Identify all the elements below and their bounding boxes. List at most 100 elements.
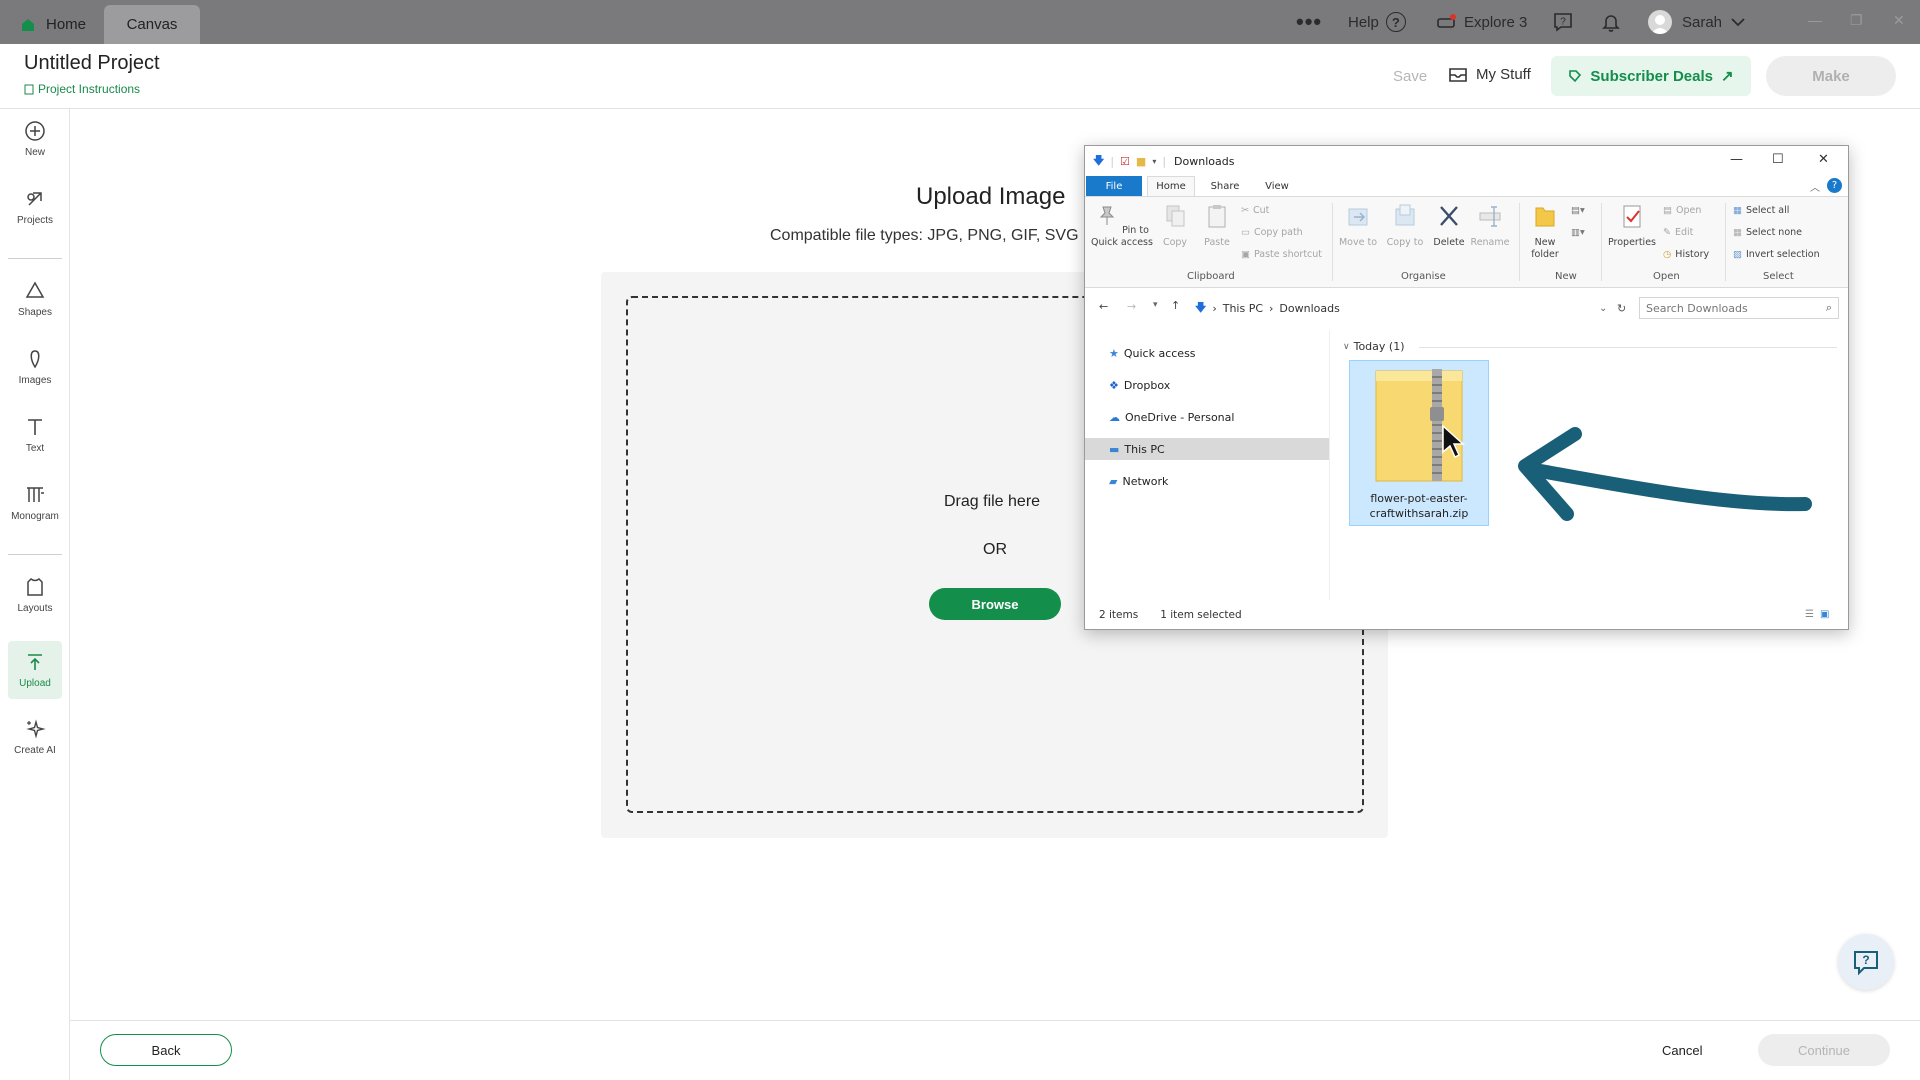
group-today-label: Today (1) bbox=[1353, 340, 1405, 353]
sidebar-item-images[interactable]: Images bbox=[0, 337, 70, 397]
refresh-icon[interactable]: ↻ bbox=[1617, 302, 1626, 315]
dropbox-icon: ❖ bbox=[1109, 378, 1119, 392]
paste-button[interactable]: Paste bbox=[1197, 203, 1237, 249]
chevron-down-icon bbox=[1731, 18, 1745, 27]
my-stuff-button[interactable]: My Stuff bbox=[1448, 66, 1531, 83]
rename-button[interactable]: Rename bbox=[1469, 203, 1511, 249]
chevron-down-icon[interactable]: ▾ bbox=[1152, 157, 1156, 166]
sidebar-item-monogram[interactable]: Monogram bbox=[0, 473, 70, 533]
back-button[interactable]: Back bbox=[100, 1034, 232, 1066]
ribbon-tabs: File Home Share View ︿ ? bbox=[1085, 176, 1848, 196]
search-downloads-input[interactable]: Search Downloads ⌕ bbox=[1639, 297, 1839, 319]
breadcrumb-downloads[interactable]: Downloads bbox=[1279, 302, 1339, 315]
copy-path-button[interactable]: ▭ Copy path bbox=[1241, 227, 1303, 238]
properties-button[interactable]: Properties bbox=[1607, 203, 1657, 249]
sidebar-item-upload[interactable]: Upload bbox=[8, 641, 62, 699]
history-button[interactable]: ◷ History bbox=[1663, 249, 1709, 260]
user-menu[interactable]: Sarah bbox=[1648, 0, 1746, 44]
tab-canvas[interactable]: Canvas bbox=[104, 5, 200, 44]
sidebar-item-projects[interactable]: Projects bbox=[0, 177, 70, 237]
open-icon: ▤ bbox=[1663, 205, 1672, 216]
help-menu[interactable]: Help ? bbox=[1348, 0, 1406, 44]
sidebar-item-text[interactable]: Text bbox=[0, 405, 70, 465]
invert-selection-button[interactable]: ▧ Invert selection bbox=[1733, 249, 1820, 260]
nav-this-pc[interactable]: ▬ This PC bbox=[1085, 438, 1329, 460]
sidebar-divider bbox=[8, 554, 62, 555]
my-stuff-label: My Stuff bbox=[1476, 66, 1531, 83]
tab-home[interactable]: Home bbox=[14, 5, 102, 44]
minimize-icon[interactable]: — bbox=[1730, 152, 1743, 167]
maximize-icon[interactable]: ☐ bbox=[1772, 152, 1784, 167]
support-chat-icon[interactable]: ? bbox=[1552, 0, 1574, 44]
sidebar-item-create-ai[interactable]: Create AI bbox=[0, 707, 70, 767]
more-menu-button[interactable]: ••• bbox=[1296, 0, 1322, 44]
select-none-label: Select none bbox=[1745, 227, 1803, 238]
easy-access-button[interactable]: ▥▾ bbox=[1571, 227, 1585, 238]
ribbon-divider bbox=[1332, 203, 1333, 281]
file-explorer-window: 🡇 | ☑ ■ ▾ | Downloads — ☐ ✕ File Home Sh… bbox=[1084, 145, 1849, 630]
nav-dropbox[interactable]: ❖ Dropbox bbox=[1085, 374, 1329, 396]
minimize-icon[interactable]: — bbox=[1808, 12, 1822, 28]
sidebar-item-layouts[interactable]: Layouts bbox=[0, 565, 70, 625]
delete-button[interactable]: Delete bbox=[1429, 203, 1469, 249]
nav-network[interactable]: ▰ Network bbox=[1085, 470, 1329, 492]
recent-chevron-icon[interactable]: ▾ bbox=[1153, 300, 1158, 310]
move-to-button[interactable]: Move to bbox=[1336, 203, 1380, 249]
close-icon[interactable]: ✕ bbox=[1893, 12, 1905, 29]
explorer-titlebar: 🡇 | ☑ ■ ▾ | Downloads — ☐ ✕ bbox=[1085, 146, 1848, 176]
copy-to-button[interactable]: Copy to bbox=[1383, 203, 1427, 249]
address-bar[interactable]: 🡇 › This PC › Downloads ⌄ ↻ bbox=[1195, 297, 1635, 319]
nav-quick-access[interactable]: ★ Quick access bbox=[1085, 342, 1329, 364]
cancel-button[interactable]: Cancel bbox=[1662, 1043, 1702, 1058]
large-icons-view-icon[interactable]: ▣ bbox=[1820, 609, 1829, 620]
close-icon[interactable]: ✕ bbox=[1818, 152, 1829, 167]
continue-button[interactable]: Continue bbox=[1758, 1034, 1890, 1066]
copy-icon bbox=[1166, 205, 1185, 227]
help-icon[interactable]: ? bbox=[1827, 178, 1842, 193]
up-arrow-icon[interactable]: ↑ bbox=[1171, 299, 1180, 312]
nav-onedrive[interactable]: ☁ OneDrive - Personal bbox=[1085, 406, 1329, 428]
group-header-today[interactable]: ∨ Today (1) bbox=[1343, 340, 1405, 353]
zip-file-item[interactable]: flower-pot-easter-craftwithsarah.zip bbox=[1349, 360, 1489, 526]
properties-check-icon[interactable]: ☑ bbox=[1120, 155, 1130, 168]
collapse-ribbon-icon[interactable]: ︿ bbox=[1810, 179, 1820, 194]
select-all-button[interactable]: ▦ Select all bbox=[1733, 205, 1789, 216]
make-button[interactable]: Make bbox=[1766, 56, 1896, 96]
sidebar-item-label: Upload bbox=[19, 678, 51, 689]
project-title: Untitled Project bbox=[24, 52, 160, 74]
paste-shortcut-button[interactable]: ▣ Paste shortcut bbox=[1241, 249, 1322, 260]
scissors-icon: ✂ bbox=[1241, 205, 1249, 216]
pin-quick-access-button[interactable]: Pin to Quick access bbox=[1091, 203, 1153, 249]
forward-arrow-icon[interactable]: → bbox=[1127, 300, 1136, 313]
tab-file[interactable]: File bbox=[1086, 176, 1142, 196]
status-item-count: 2 items bbox=[1099, 609, 1139, 621]
help-chat-button[interactable]: ? bbox=[1838, 934, 1894, 990]
sidebar-item-shapes[interactable]: Shapes bbox=[0, 269, 70, 329]
project-instructions-link[interactable]: Project Instructions bbox=[24, 82, 140, 96]
folder-icon[interactable]: ■ bbox=[1136, 155, 1146, 168]
address-dropdown-icon[interactable]: ⌄ bbox=[1599, 303, 1607, 314]
edit-button[interactable]: ✎ Edit bbox=[1663, 227, 1693, 238]
sidebar-item-new[interactable]: New bbox=[0, 109, 70, 169]
breadcrumb-this-pc[interactable]: This PC bbox=[1223, 302, 1263, 315]
invert-selection-label: Invert selection bbox=[1745, 249, 1820, 260]
select-none-button[interactable]: ▦ Select none bbox=[1733, 227, 1802, 238]
new-item-button[interactable]: ▤▾ bbox=[1571, 205, 1585, 216]
tab-home[interactable]: Home bbox=[1147, 176, 1195, 196]
explore-menu[interactable]: Explore 3 bbox=[1436, 0, 1527, 44]
save-button[interactable]: Save bbox=[1393, 68, 1427, 85]
drag-file-text: Drag file here bbox=[944, 493, 1041, 510]
breadcrumb-separator: › bbox=[1269, 301, 1274, 315]
open-button[interactable]: ▤ Open bbox=[1663, 205, 1701, 216]
back-arrow-icon[interactable]: ← bbox=[1099, 300, 1108, 313]
copy-button[interactable]: Copy bbox=[1155, 203, 1195, 249]
bell-icon[interactable] bbox=[1600, 0, 1622, 44]
subscriber-deals-button[interactable]: Subscriber Deals ↗ bbox=[1551, 56, 1751, 96]
new-folder-button[interactable]: New folder bbox=[1525, 203, 1565, 261]
tab-view[interactable]: View bbox=[1257, 176, 1297, 196]
tab-share[interactable]: Share bbox=[1203, 176, 1247, 196]
details-view-icon[interactable]: ☰ bbox=[1805, 609, 1814, 620]
restore-icon[interactable]: ❐ bbox=[1850, 12, 1863, 29]
cut-button[interactable]: ✂ Cut bbox=[1241, 205, 1269, 216]
browse-button[interactable]: Browse bbox=[929, 588, 1061, 620]
